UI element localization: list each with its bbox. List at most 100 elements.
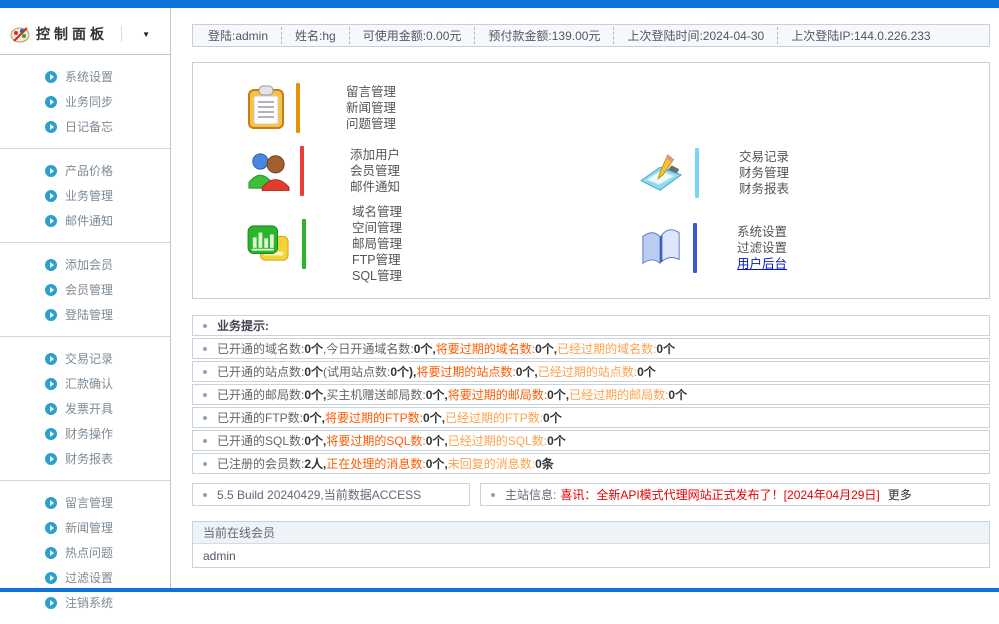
arrow-circle-icon [45,259,57,271]
book-icon[interactable] [639,227,683,269]
shortcut-mailbox-management[interactable]: 邮局管理 [352,236,402,252]
site-news-box: 主站信息: 喜讯：全新API模式代理网站正式发布了！[2024年04月29日] … [480,483,990,506]
tip-segment: 0个 [543,409,562,426]
sidebar-item-finance-reports[interactable]: 财务报表 [45,446,170,471]
sidebar-item-label: 添加会员 [65,256,113,273]
shortcut-finance-reports[interactable]: 财务报表 [739,181,789,197]
sidebar-group: 产品价格 业务管理 邮件通知 [0,149,170,243]
shortcut-news-management[interactable]: 新闻管理 [346,100,396,116]
shortcut-links: 域名管理 空间管理 邮局管理 FTP管理 SQL管理 [352,204,402,284]
sidebar-item-diary-memo[interactable]: 日记备忘 [45,114,170,139]
sidebar-item-invoice-issue[interactable]: 发票开具 [45,396,170,421]
shortcut-member-management[interactable]: 会员管理 [350,163,400,179]
sidebar-item-finance-operations[interactable]: 财务操作 [45,421,170,446]
site-news-label: 主站信息: [505,486,556,503]
sidebar-item-label: 业务同步 [65,93,113,110]
bullet-icon [491,493,495,497]
shortcut-block-hosting: 域名管理 空间管理 邮局管理 FTP管理 SQL管理 [246,204,402,284]
arrow-circle-icon [45,572,57,584]
login-info-bar: 登陆:admin 姓名:hg 可使用金额:0.00元 预付款金额:139.00元… [192,24,990,47]
sidebar: 控制面板 ▼ 系统设置 业务同步 日记备忘 产品价格 业务管理 邮件通知 添加会… [0,8,171,588]
login-user: 登陆:admin [195,27,281,44]
arrow-circle-icon [45,378,57,390]
accent-bar-blue [693,223,697,273]
sidebar-item-label: 会员管理 [65,281,113,298]
sidebar-item-label: 财务操作 [65,425,113,442]
tip-segment: 0个), [390,363,416,380]
bullet-icon [203,324,207,328]
sidebar-item-product-prices[interactable]: 产品价格 [45,158,170,183]
sidebar-item-login-management[interactable]: 登陆管理 [45,302,170,327]
arrow-circle-icon [45,547,57,559]
prepaid-balance: 预付款金额:139.00元 [474,27,613,44]
sidebar-item-system-settings[interactable]: 系统设置 [45,64,170,89]
sidebar-item-business-sync[interactable]: 业务同步 [45,89,170,114]
arrow-circle-icon [45,165,57,177]
tip-segment: 已开通的域名数: [217,340,304,357]
shortcut-filter-settings[interactable]: 过滤设置 [737,240,787,256]
status-row: 5.5 Build 20240429,当前数据ACCESS 主站信息: 喜讯：全… [192,483,990,506]
shortcut-transaction-records[interactable]: 交易记录 [739,149,789,165]
tip-segment: 0个, [426,432,448,449]
shortcut-add-user[interactable]: 添加用户 [350,147,400,163]
shortcut-user-backend-link[interactable]: 用户后台 [737,256,787,272]
sidebar-item-remittance-confirm[interactable]: 汇款确认 [45,371,170,396]
sidebar-item-label: 邮件通知 [65,212,113,229]
shortcut-mail-notify[interactable]: 邮件通知 [350,179,400,195]
shortcut-system-settings[interactable]: 系统设置 [737,224,787,240]
sidebar-item-label: 交易记录 [65,350,113,367]
tip-segment: 0条 [535,455,554,472]
sidebar-item-label: 热点问题 [65,544,113,561]
main-content: 登陆:admin 姓名:hg 可使用金额:0.00元 预付款金额:139.00元… [192,24,990,568]
shortcut-message-management[interactable]: 留言管理 [346,84,396,100]
shortcut-links: 留言管理 新闻管理 问题管理 [346,84,396,132]
shortcut-ftp-management[interactable]: FTP管理 [352,252,402,268]
tip-segment: 0个, [535,340,557,357]
sidebar-item-add-member[interactable]: 添加会员 [45,252,170,277]
users-icon[interactable] [246,151,290,191]
arrow-circle-icon [45,497,57,509]
shortcut-domain-management[interactable]: 域名管理 [352,204,402,220]
shortcut-sql-management[interactable]: SQL管理 [352,268,402,284]
tip-segment: 将要过期的SQL数: [326,432,425,449]
tablet-pen-icon[interactable] [639,152,685,194]
sidebar-item-message-management[interactable]: 留言管理 [45,490,170,515]
bullet-icon [203,462,207,466]
tip-segment: 正在处理的消息数: [326,455,425,472]
shortcut-links: 交易记录 财务管理 财务报表 [739,149,789,197]
sidebar-group: 添加会员 会员管理 登陆管理 [0,243,170,337]
sidebar-item-transaction-records[interactable]: 交易记录 [45,346,170,371]
chevron-down-icon[interactable]: ▼ [142,30,150,39]
sidebar-item-label: 汇款确认 [65,375,113,392]
tip-segment: 已经过期的SQL数: [448,432,547,449]
online-members-panel: 当前在线会员 admin [192,521,990,568]
tip-segment: (试用站点数: [323,363,390,380]
last-login-ip: 上次登陆IP:144.0.226.233 [777,27,943,44]
tip-segment: 已开通的SQL数: [217,432,304,449]
bullet-icon [203,439,207,443]
more-link[interactable]: 更多 [888,486,912,503]
tip-row-mailboxes: 已开通的邮局数:0个,买主机赠送邮局数:0个,将要过期的邮局数:0个,已经过期的… [192,384,990,405]
sidebar-item-label: 日记备忘 [65,118,113,135]
sidebar-item-logout-system[interactable]: 注销系统 [45,590,170,615]
bullet-icon [203,416,207,420]
chart-icon[interactable] [246,224,292,264]
shortcut-hosting-management[interactable]: 空间管理 [352,220,402,236]
sidebar-item-news-management[interactable]: 新闻管理 [45,515,170,540]
shortcut-question-management[interactable]: 问题管理 [346,116,396,132]
accent-bar-orange [296,83,300,133]
shortcut-finance-management[interactable]: 财务管理 [739,165,789,181]
accent-bar-cyan [695,148,699,198]
clipboard-icon[interactable] [246,85,286,131]
sidebar-item-business-management[interactable]: 业务管理 [45,183,170,208]
sidebar-group: 留言管理 新闻管理 热点问题 过滤设置 注销系统 [0,481,170,624]
tip-segment: 0个, [414,340,436,357]
sidebar-item-hot-questions[interactable]: 热点问题 [45,540,170,565]
tip-segment: 0个 [668,386,687,403]
tip-segment: 0个 [304,340,323,357]
version-text: 5.5 Build 20240429,当前数据ACCESS [217,486,421,503]
sidebar-item-mail-notify[interactable]: 邮件通知 [45,208,170,233]
sidebar-item-member-management[interactable]: 会员管理 [45,277,170,302]
sidebar-item-filter-settings[interactable]: 过滤设置 [45,565,170,590]
online-member-name: admin [203,549,236,563]
